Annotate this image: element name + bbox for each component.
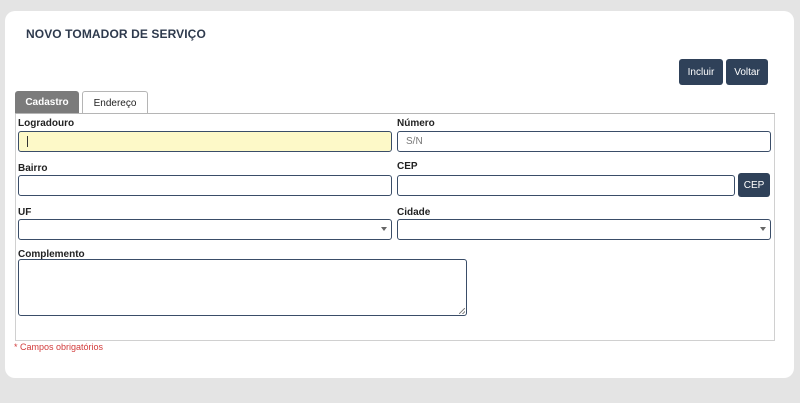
logradouro-label: Logradouro: [18, 118, 75, 129]
tab-endereco[interactable]: Endereço: [82, 91, 148, 114]
resize-handle-icon[interactable]: [459, 308, 465, 314]
logradouro-input[interactable]: [18, 131, 392, 152]
cep-label: CEP: [397, 161, 418, 172]
chevron-down-icon: [760, 227, 766, 231]
bairro-label: Bairro: [18, 163, 48, 174]
text-caret: [27, 136, 28, 147]
tab-cadastro[interactable]: Cadastro: [15, 91, 79, 114]
page-title: NOVO TOMADOR DE SERVIÇO: [26, 27, 206, 41]
complemento-textarea[interactable]: [18, 259, 467, 316]
uf-select[interactable]: [18, 219, 392, 240]
required-fields-note: * Campos obrigatórios: [14, 342, 104, 352]
incluir-button[interactable]: Incluir: [679, 59, 723, 85]
cep-input[interactable]: [397, 175, 735, 196]
voltar-button[interactable]: Voltar: [726, 59, 768, 85]
uf-label: UF: [18, 207, 32, 218]
chevron-down-icon: [381, 227, 387, 231]
numero-input[interactable]: [397, 131, 771, 152]
cidade-label: Cidade: [397, 207, 431, 218]
cep-search-button[interactable]: CEP: [738, 173, 770, 197]
cidade-select[interactable]: [397, 219, 771, 240]
numero-label: Número: [397, 118, 435, 129]
bairro-input[interactable]: [18, 175, 392, 196]
